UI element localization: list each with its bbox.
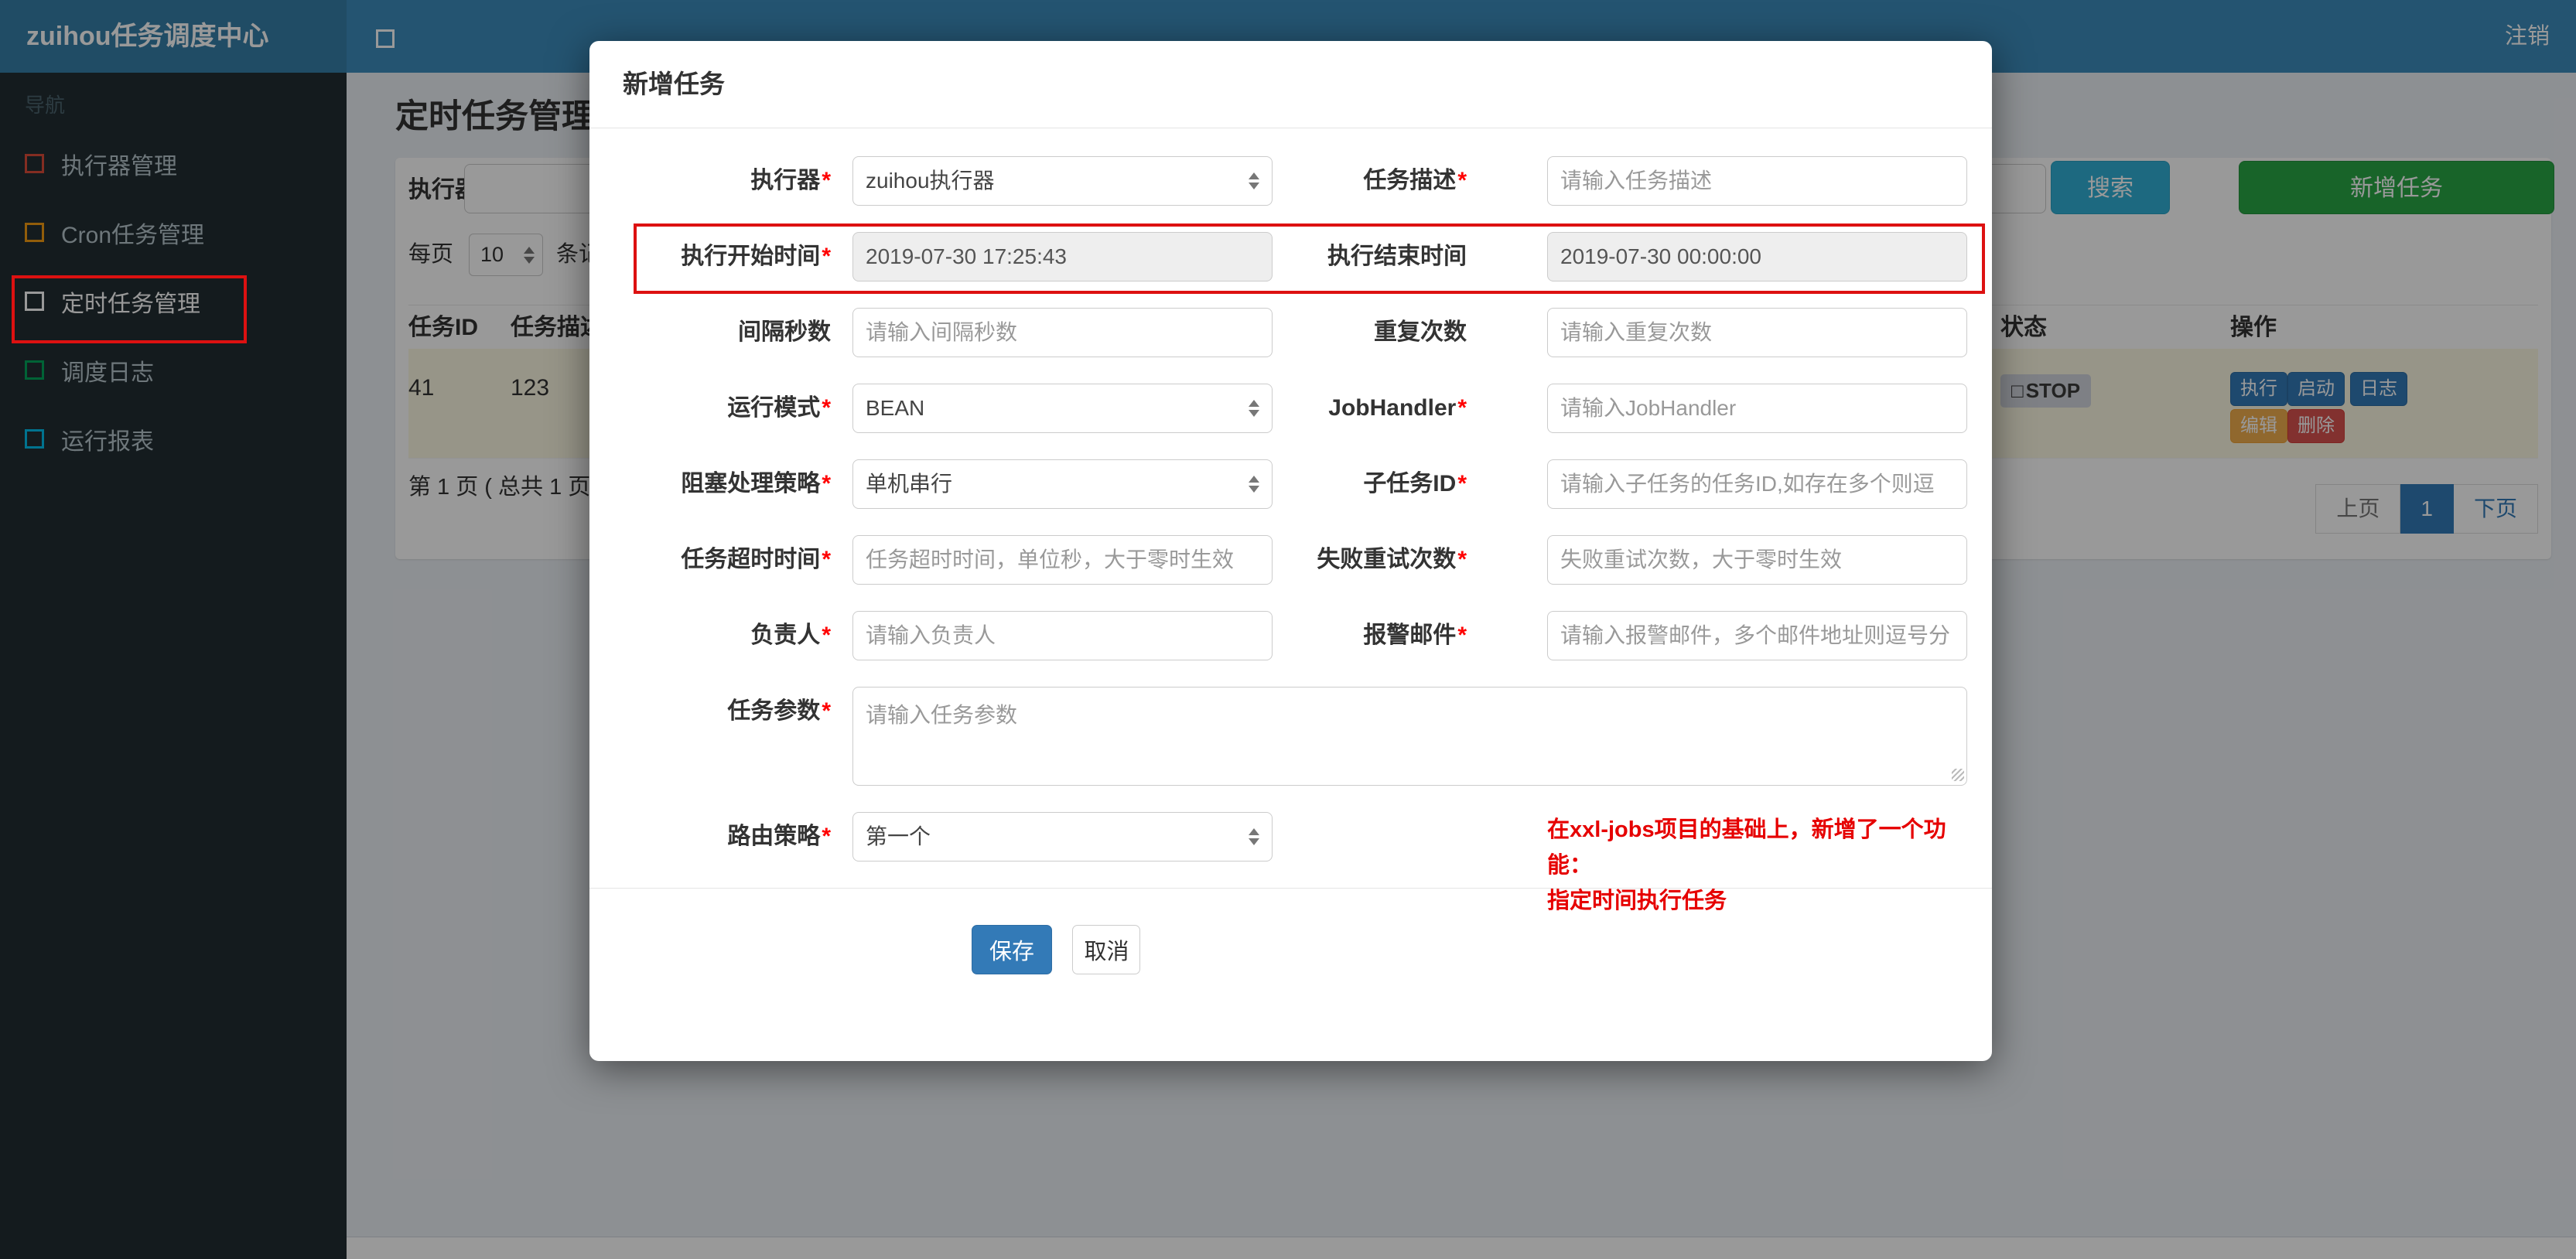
modal-header: 新增任务 xyxy=(589,41,1992,128)
block-strategy-select[interactable]: 单机串行 xyxy=(852,459,1273,509)
modal-body: 执行器* zuihou执行器 任务描述* 执行开始时间* 执行结束时间 间隔秒数… xyxy=(589,128,1992,974)
run-mode-select[interactable]: BEAN xyxy=(852,384,1273,433)
executor-label: 执行器* xyxy=(750,168,831,193)
repeat-count-input[interactable] xyxy=(1547,308,1967,357)
timeout-input[interactable] xyxy=(852,535,1273,585)
route-strategy-select[interactable]: 第一个 xyxy=(852,812,1273,862)
jobhandler-input[interactable] xyxy=(1547,384,1967,433)
owner-input[interactable] xyxy=(852,611,1273,660)
form-row: 负责人* 报警邮件* xyxy=(589,611,1992,660)
route-strategy-label: 路由策略* xyxy=(727,824,831,849)
child-task-id-input[interactable] xyxy=(1547,459,1967,509)
executor-select[interactable]: zuihou执行器 xyxy=(852,156,1273,206)
jobhandler-label: JobHandler* xyxy=(1328,395,1467,421)
end-time-input[interactable] xyxy=(1547,232,1967,281)
owner-label: 负责人* xyxy=(750,623,831,648)
alarm-email-input[interactable] xyxy=(1547,611,1967,660)
select-arrows-icon xyxy=(1249,828,1259,845)
end-time-label: 执行结束时间 xyxy=(1327,244,1467,269)
modal-title: 新增任务 xyxy=(623,70,725,98)
timeout-label: 任务超时时间* xyxy=(681,547,831,572)
interval-seconds-label: 间隔秒数 xyxy=(738,319,831,345)
child-task-id-label: 子任务ID* xyxy=(1363,471,1467,496)
start-time-label: 执行开始时间* xyxy=(681,244,831,269)
form-row: 路由策略* 第一个 在xxl-jobs项目的基础上，新增了一个功能： 指定时间执… xyxy=(589,812,1992,913)
job-desc-input[interactable] xyxy=(1547,156,1967,206)
save-button[interactable]: 保存 xyxy=(972,925,1053,974)
form-row: 任务超时时间* 失败重试次数* xyxy=(589,535,1992,585)
select-arrows-icon xyxy=(1249,172,1259,189)
interval-seconds-input[interactable] xyxy=(852,308,1273,357)
start-time-input[interactable] xyxy=(852,232,1273,281)
job-params-textarea[interactable] xyxy=(852,687,1967,786)
retry-count-input[interactable] xyxy=(1547,535,1967,585)
run-mode-label: 运行模式* xyxy=(727,395,831,421)
retry-count-label: 失败重试次数* xyxy=(1317,547,1467,572)
alarm-email-label: 报警邮件* xyxy=(1363,623,1467,648)
repeat-count-label: 重复次数 xyxy=(1374,319,1467,345)
select-arrows-icon xyxy=(1249,400,1259,417)
form-row: 任务参数* xyxy=(589,687,1992,786)
job-desc-label: 任务描述* xyxy=(1363,168,1467,193)
feature-note: 在xxl-jobs项目的基础上，新增了一个功能： 指定时间执行任务 xyxy=(1547,817,1946,913)
form-row: 间隔秒数 重复次数 xyxy=(589,308,1992,357)
form-row: 运行模式* BEAN JobHandler* xyxy=(589,384,1992,433)
form-row: 执行器* zuihou执行器 任务描述* xyxy=(589,156,1992,206)
select-arrows-icon xyxy=(1249,476,1259,493)
cancel-button[interactable]: 取消 xyxy=(1072,925,1141,974)
block-strategy-label: 阻塞处理策略* xyxy=(681,471,831,496)
form-row: 阻塞处理策略* 单机串行 子任务ID* xyxy=(589,459,1992,509)
form-row: 执行开始时间* 执行结束时间 xyxy=(589,232,1992,281)
job-params-label: 任务参数* xyxy=(727,698,831,724)
resize-grip-icon[interactable] xyxy=(1952,769,1964,781)
add-task-modal: 新增任务 执行器* zuihou执行器 任务描述* 执行开始时间* 执行结束时间… xyxy=(589,41,1992,1061)
app-root: { "navbar": { "brand": "zuihou任务调度中心", "… xyxy=(0,0,2576,1259)
